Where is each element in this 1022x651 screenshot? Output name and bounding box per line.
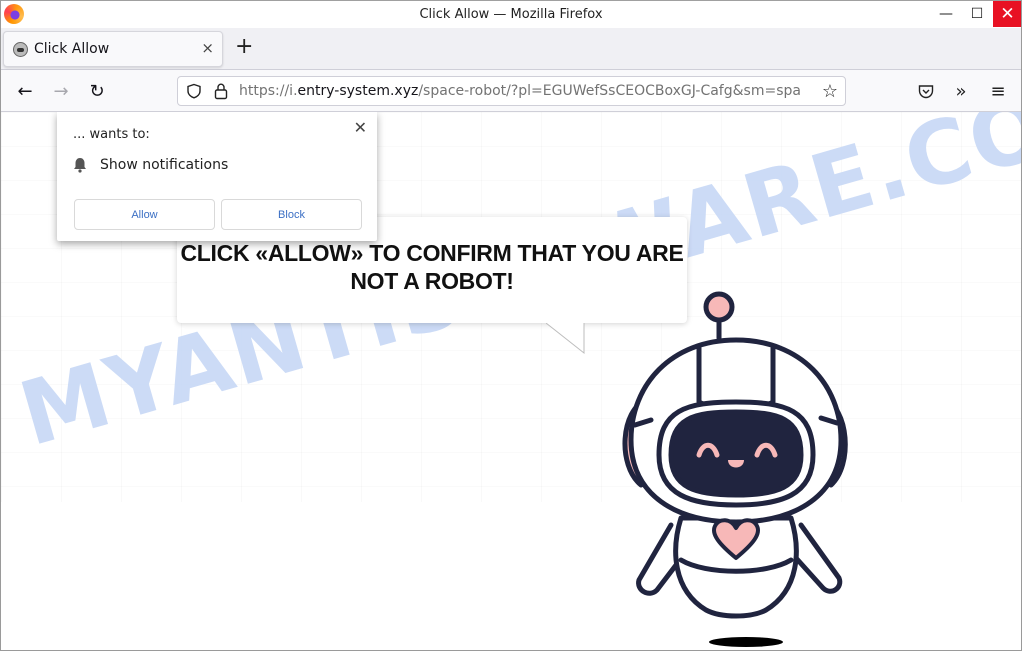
lock-icon[interactable] <box>213 82 229 100</box>
url-text[interactable]: https://i.entry-system.xyz/space-robot/?… <box>239 83 812 99</box>
browser-window: Click Allow — Mozilla Firefox — ☐ ✕ Clic… <box>0 0 1022 651</box>
title-bar: Click Allow — Mozilla Firefox — ☐ ✕ <box>1 0 1021 28</box>
url-host: entry-system.xyz <box>297 83 419 99</box>
robot-visor <box>668 409 804 498</box>
tab-click-allow[interactable]: Click Allow × <box>3 31 223 67</box>
new-tab-button[interactable]: + <box>235 36 253 58</box>
overflow-menu-icon[interactable]: » <box>950 80 972 102</box>
allow-button[interactable]: Allow <box>74 199 215 230</box>
page-content: MYANTISPYWARE.COM CLICK «ALLOW» TO CONFI… <box>1 112 1021 650</box>
bell-icon <box>74 158 86 173</box>
robot-illustration <box>622 291 848 647</box>
forward-button[interactable]: → <box>49 79 73 103</box>
robot-antenna-ball <box>703 291 735 323</box>
tab-label: Click Allow <box>34 41 110 57</box>
tab-strip: Click Allow × + <box>1 28 1021 70</box>
pocket-icon[interactable] <box>915 80 937 102</box>
hamburger-menu-icon[interactable]: ≡ <box>987 80 1009 102</box>
url-bar[interactable]: https://i.entry-system.xyz/space-robot/?… <box>177 76 846 106</box>
maximize-button[interactable]: ☐ <box>962 1 992 27</box>
close-window-button[interactable]: ✕ <box>993 1 1021 27</box>
popup-close-button[interactable]: ✕ <box>354 118 367 137</box>
wants-to-label: ... wants to: <box>73 127 150 142</box>
headline-text: CLICK «ALLOW» TO CONFIRM THAT YOU ARE NO… <box>180 240 684 294</box>
url-path: /space-robot/?pl=EGUWefSsCEOCBoxGJ-Cafg&… <box>418 83 801 99</box>
bookmark-star-icon[interactable]: ☆ <box>822 81 838 102</box>
permission-label: Show notifications <box>100 157 229 173</box>
reload-button[interactable]: ↻ <box>85 79 109 103</box>
url-scheme: https://i. <box>239 83 298 99</box>
minimize-button[interactable]: — <box>931 1 961 27</box>
navigation-toolbar: ← → ↻ https://i.entry-system.xyz/space-r… <box>1 70 1021 112</box>
speech-bubble-tail <box>546 323 585 355</box>
window-title: Click Allow — Mozilla Firefox <box>419 7 603 22</box>
back-button[interactable]: ← <box>13 79 37 103</box>
robot-shadow <box>709 637 783 647</box>
block-button[interactable]: Block <box>221 199 362 230</box>
notification-permission-popup: ... wants to: ✕ Show notifications Allow… <box>57 112 377 241</box>
shield-icon[interactable] <box>186 83 202 99</box>
robot-favicon-icon <box>13 42 28 57</box>
tab-close-button[interactable]: × <box>201 39 214 57</box>
